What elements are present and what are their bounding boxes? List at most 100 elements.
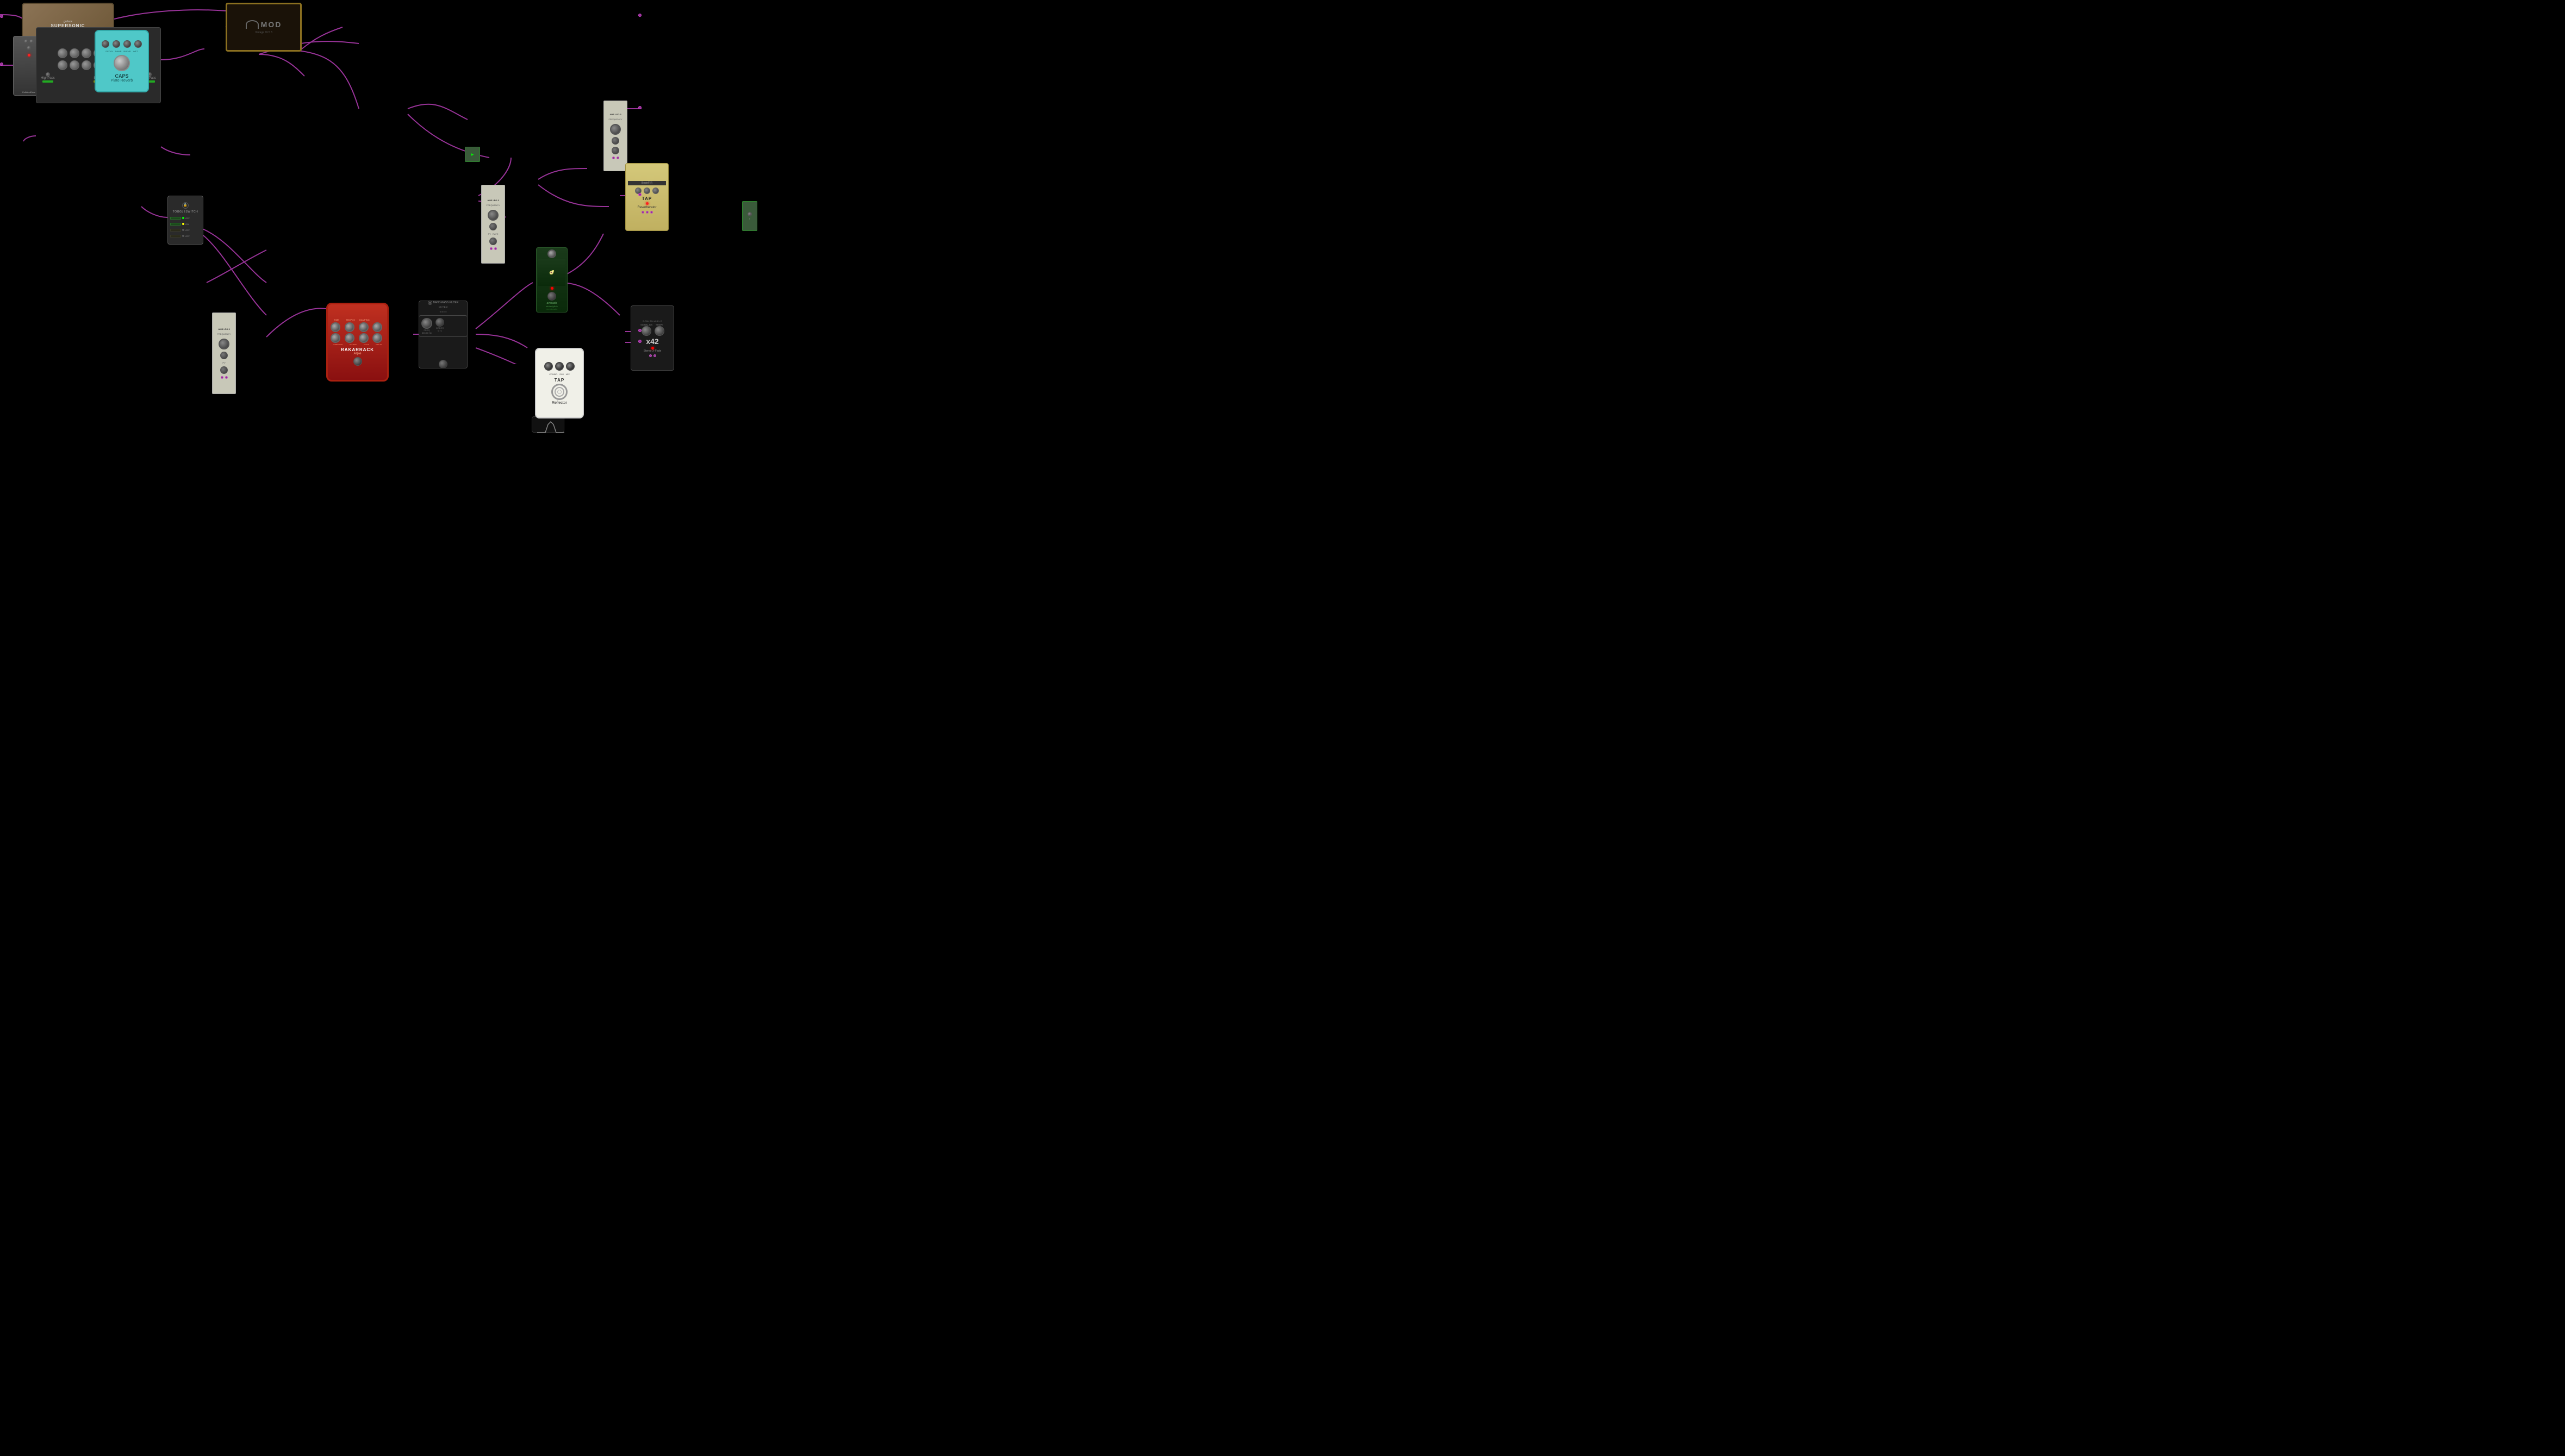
small-right-label: ▪ — [749, 217, 750, 220]
toggle-label-3: OFF — [185, 229, 190, 232]
ams2-module[interactable]: AMS LFO 3 FREQUENCY PVRATE — [481, 185, 505, 264]
band-pass-filter-module[interactable]: BAND-PASS FILTER FILTER ● ● ● ● FREQ 500… — [419, 301, 468, 368]
collision-knob-2[interactable] — [29, 39, 34, 43]
eq-knob-10[interactable] — [82, 60, 91, 70]
avocado-top-knob[interactable] — [547, 249, 556, 258]
xfade-knob-1[interactable] — [642, 326, 651, 336]
caps-plate-reverb-module[interactable]: DECAYDAMPBLENDWET CAPS Plate Reverb — [95, 30, 149, 92]
ams3-module[interactable]: AMS LFO 3 FREQUENCY PV — [212, 313, 236, 394]
caps-knob-damping[interactable] — [113, 40, 120, 48]
xfade-x42-label: x42 — [646, 337, 658, 346]
toggle-bar-4[interactable] — [170, 235, 181, 238]
stereo-xfade-module[interactable]: B-Side Blended L-S SIGNAL A/B SHAPE x42 … — [631, 305, 674, 371]
rakarrack-knob-8[interactable] — [372, 333, 382, 343]
rakarrack-knob-7[interactable] — [359, 333, 369, 343]
avocado-module[interactable]: 🥑 avocado stutter/glitch remaincalm — [536, 247, 568, 313]
eq-knob-8[interactable] — [58, 60, 67, 70]
tap-reflector-knob-labels: COMBODIMMIX — [549, 373, 570, 376]
ams1-port-2 — [617, 157, 619, 159]
caps-knob-decay[interactable] — [102, 40, 109, 48]
toggle-bar-2[interactable] — [170, 223, 181, 226]
rakarrack-module[interactable]: TIME TEMPOX DAMPING COMPANIONPATTERNSCAL… — [326, 303, 389, 382]
tap-reflector-knobs — [544, 362, 575, 371]
eq-knob-3[interactable] — [82, 48, 91, 58]
tap-reflector-module[interactable]: COMBODIMMIX TAP Reflector — [535, 348, 584, 418]
eq-knob-2[interactable] — [70, 48, 79, 58]
avocado-display: 🥑 — [538, 259, 565, 286]
tap-knob-2[interactable] — [644, 188, 650, 194]
toggleswitch-module[interactable]: 🔒 TOGGLESWITCH OFF ON OFF — [167, 196, 203, 245]
bpf-bw-value: 0.71 — [438, 329, 442, 332]
xfade-knobs: SIGNAL A/B SHAPE — [640, 323, 664, 336]
tap-reflector-subtitle: Reflector — [552, 401, 567, 405]
ams3-knob1[interactable] — [219, 339, 229, 349]
bpf-header: BAND-PASS FILTER — [428, 301, 459, 305]
caps-subtitle: Plate Reverb — [111, 79, 133, 83]
tap-reflector-knob-1[interactable] — [544, 362, 553, 371]
toggle-bar-3[interactable] — [170, 229, 181, 232]
bpf-freq-knob[interactable] — [421, 318, 432, 329]
ams2-knob2[interactable] — [489, 223, 497, 230]
toggle-label-4: OFF — [185, 235, 190, 238]
canvas: guitarix SUPERSONIC MOD Vintage DLY 3 Co… — [0, 0, 642, 364]
tap-knob-3[interactable] — [652, 188, 659, 194]
tap-reverb-ports — [642, 211, 653, 214]
xfade-label-1: SIGNAL A/B — [640, 323, 652, 326]
ams3-knob3[interactable] — [220, 366, 228, 374]
ams1-knob2[interactable] — [612, 137, 619, 145]
eq-knob-1[interactable] — [58, 48, 67, 58]
tap-port-3 — [650, 211, 653, 214]
small-right-module[interactable]: ▪ — [742, 201, 757, 231]
caps-title: CAPS — [115, 73, 128, 79]
rakarrack-knob-2[interactable] — [345, 322, 354, 332]
rakarrack-knob-6[interactable] — [345, 333, 354, 343]
rakarrack-knob-5[interactable] — [331, 333, 340, 343]
mod-amp-module[interactable]: MOD Vintage DLY 3 — [226, 3, 302, 52]
ams1-module[interactable]: AMS LFO 3 FREQUENCY — [603, 101, 627, 171]
caps-knobs-top — [102, 40, 142, 48]
small-green-module[interactable]: ▶ — [465, 147, 480, 162]
caps-knob-wet[interactable] — [134, 40, 142, 48]
bpf-bw-knob[interactable] — [435, 318, 444, 327]
tap-reflector-knob-3[interactable] — [566, 362, 575, 371]
eq-highpass-knob[interactable] — [46, 72, 50, 77]
port-right-1 — [638, 106, 642, 109]
ams2-labels: PVRATE — [488, 233, 499, 235]
port-right-5 — [638, 14, 642, 17]
ams2-knob3[interactable] — [489, 238, 497, 245]
ams3-knob2[interactable] — [220, 352, 228, 359]
xfade-knob-2[interactable] — [655, 326, 664, 336]
ams2-subtitle: FREQUENCY — [486, 204, 500, 207]
port-left-1 — [0, 63, 3, 66]
ams1-knob3[interactable] — [612, 147, 619, 154]
rakarrack-knob-1[interactable] — [331, 322, 340, 332]
eq-highpass-label: HighPass — [41, 77, 55, 80]
ams1-knob1[interactable] — [610, 124, 621, 135]
collision-knob-3[interactable] — [27, 46, 31, 50]
rakarrack-knob-3[interactable] — [359, 322, 369, 332]
rakarrack-bottom-knob[interactable] — [353, 357, 362, 366]
toggle-label-1: OFF — [185, 217, 190, 220]
rakarrack-title: RAKARRACK — [341, 347, 374, 352]
caps-main-knob[interactable] — [114, 55, 130, 71]
toggle-bar-1[interactable] — [170, 217, 181, 220]
port-right-3 — [638, 329, 642, 332]
rakarrack-knob-4[interactable] — [372, 322, 382, 332]
bpf-bottom-knob[interactable] — [439, 360, 447, 368]
toggleswitch-lock-icon: 🔒 — [182, 202, 189, 209]
bpf-freq-value: 500.00 Hz — [422, 332, 432, 334]
xfade-label-2: SHAPE — [656, 323, 663, 326]
toggle-label-2: ON — [185, 223, 189, 226]
ams1-title: AMS LFO 3 — [609, 113, 621, 116]
avocado-bottom-knob[interactable] — [547, 292, 556, 301]
tap-reverberator-module[interactable]: BruteFIR TAP Reverberator — [625, 163, 669, 231]
caps-knob-blend[interactable] — [123, 40, 131, 48]
eq-knob-9[interactable] — [70, 60, 79, 70]
rakarrack-labels-top: TIME TEMPOX DAMPING — [331, 318, 384, 321]
eq-highpass-bar — [42, 80, 53, 83]
ams2-knob1[interactable] — [488, 210, 499, 221]
collision-knob-1[interactable] — [24, 39, 28, 43]
tap-logo-box: BruteFIR — [628, 181, 666, 185]
small-right-knob[interactable] — [748, 212, 752, 216]
tap-reflector-knob-2[interactable] — [555, 362, 564, 371]
